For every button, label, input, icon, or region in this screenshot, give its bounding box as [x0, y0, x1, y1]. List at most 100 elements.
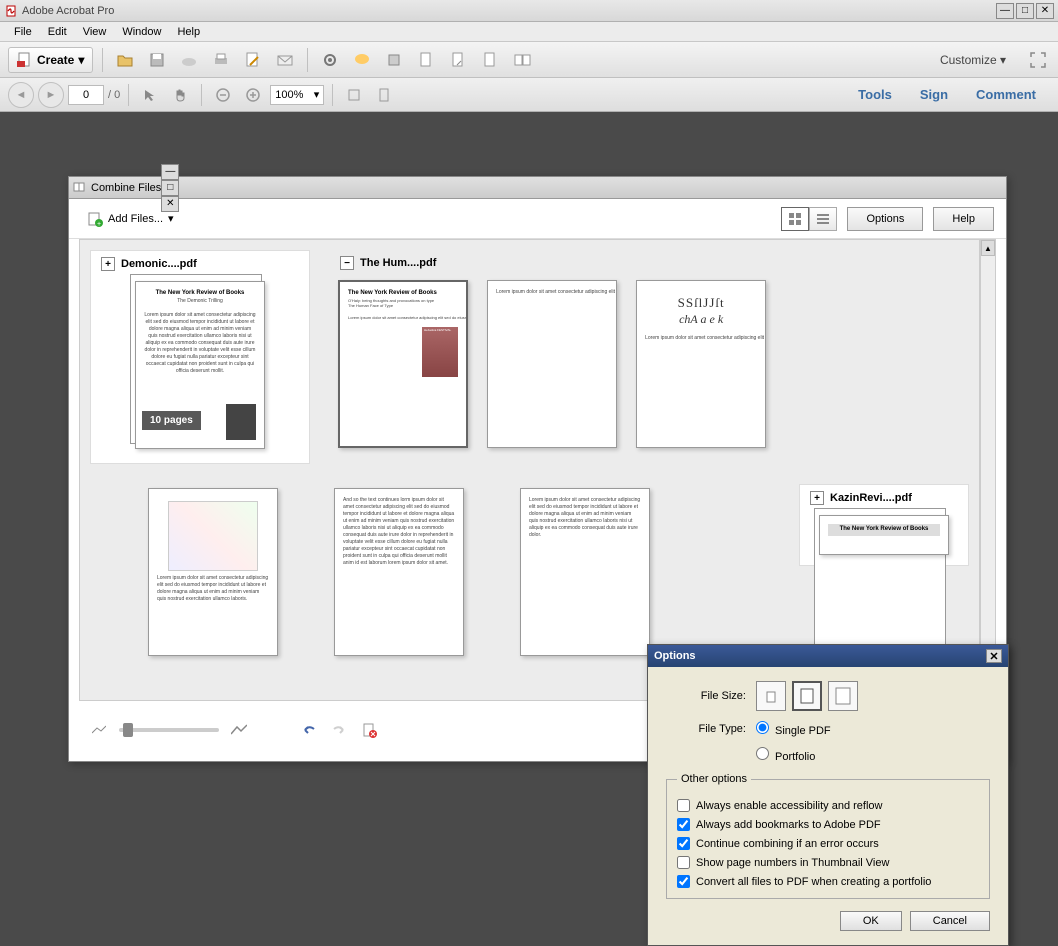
- list-view-button[interactable]: [809, 207, 837, 231]
- page-thumbnail[interactable]: Lorem ipsum dolor sit amet consectetur a…: [148, 488, 278, 656]
- options-button[interactable]: Options: [847, 207, 923, 231]
- menu-edit[interactable]: Edit: [40, 24, 75, 40]
- page-count-badge: 10 pages: [142, 411, 201, 430]
- thumbnail-view-button[interactable]: [781, 207, 809, 231]
- file-group-demonic[interactable]: + Demonic....pdf The New York Review of …: [90, 250, 310, 464]
- cancel-button[interactable]: Cancel: [910, 911, 990, 931]
- add-files-icon: +: [87, 211, 103, 227]
- page-total: / 0: [108, 89, 120, 101]
- save-icon[interactable]: [144, 47, 170, 73]
- continue-error-checkbox[interactable]: Continue combining if an error occurs: [677, 837, 979, 850]
- expand-icon[interactable]: +: [810, 491, 824, 505]
- customize-button[interactable]: Customize ▾: [934, 51, 1012, 69]
- file-type-single-radio[interactable]: Single PDF: [756, 721, 831, 737]
- page-numbers-checkbox[interactable]: Show page numbers in Thumbnail View: [677, 856, 979, 869]
- file-size-small-button[interactable]: [756, 681, 786, 711]
- combine-thumbnails-area: + Demonic....pdf The New York Review of …: [79, 239, 980, 701]
- zoom-out-icon[interactable]: [210, 82, 236, 108]
- redo-icon[interactable]: [329, 720, 349, 740]
- fullscreen-icon[interactable]: [1026, 48, 1050, 72]
- export-icon[interactable]: [445, 47, 471, 73]
- menu-file[interactable]: File: [6, 24, 40, 40]
- fit-page-icon[interactable]: [371, 82, 397, 108]
- file-size-label: File Size:: [666, 690, 756, 702]
- combine-toolbar: + Add Files... ▾ Options Help: [69, 199, 1006, 239]
- convert-portfolio-checkbox[interactable]: Convert all files to PDF when creating a…: [677, 875, 979, 888]
- cloud-icon[interactable]: [176, 47, 202, 73]
- options-titlebar[interactable]: Options ✕: [648, 645, 1008, 667]
- page-thumbnail[interactable]: SSſlJJſt chA a e k Lorem ipsum dolor sit…: [636, 280, 766, 448]
- maximize-button[interactable]: □: [1016, 3, 1034, 19]
- svg-text:+: +: [97, 221, 101, 227]
- scroll-up-icon[interactable]: ▲: [981, 240, 995, 256]
- open-icon[interactable]: [112, 47, 138, 73]
- combine-title: Combine Files: [91, 182, 161, 194]
- edit-icon[interactable]: [240, 47, 266, 73]
- file-size-large-button[interactable]: [828, 681, 858, 711]
- main-toolbar: Create ▾ Customize ▾: [0, 42, 1058, 78]
- combine-titlebar[interactable]: Combine Files — □ ✕: [69, 177, 1006, 199]
- create-button[interactable]: Create ▾: [8, 47, 93, 73]
- hand-tool-icon[interactable]: [167, 82, 193, 108]
- page-thumbnail[interactable]: The New York Review of Books: [819, 515, 949, 555]
- menu-help[interactable]: Help: [169, 24, 208, 40]
- comment-panel-link[interactable]: Comment: [962, 81, 1050, 108]
- page-thumbnail[interactable]: And so the text continues lorm ipsum dol…: [334, 488, 464, 656]
- combine-files-icon: [73, 181, 87, 195]
- options-dialog: Options ✕ File Size: File Type: Single P…: [647, 644, 1009, 946]
- page-tool-icon[interactable]: [413, 47, 439, 73]
- dropdown-arrow-icon: ▾: [168, 212, 174, 225]
- main-titlebar: Adobe Acrobat Pro — □ ✕: [0, 0, 1058, 22]
- extract-icon[interactable]: [477, 47, 503, 73]
- remove-icon[interactable]: [359, 720, 379, 740]
- page-number-input[interactable]: [68, 85, 104, 105]
- select-tool-icon[interactable]: [137, 82, 163, 108]
- file-type-portfolio-radio[interactable]: Portfolio: [756, 747, 815, 763]
- help-button[interactable]: Help: [933, 207, 994, 231]
- minimize-button[interactable]: —: [996, 3, 1014, 19]
- nav-toolbar: ◄ ► / 0 100%▾ Tools Sign Comment: [0, 78, 1058, 112]
- vertical-scrollbar[interactable]: ▲ ▼: [980, 239, 996, 701]
- page-thumbnail[interactable]: The New York Review of Books The Demonic…: [135, 281, 265, 449]
- file-name: Demonic....pdf: [121, 258, 197, 270]
- print-icon[interactable]: [208, 47, 234, 73]
- file-type-label: File Type:: [666, 723, 756, 735]
- zoom-out-thumb-icon[interactable]: [89, 720, 109, 740]
- file-group-human: − The Hum....pdf The New York Review of …: [330, 250, 969, 464]
- zoom-in-icon[interactable]: [240, 82, 266, 108]
- collapse-icon[interactable]: −: [340, 256, 354, 270]
- organize-icon[interactable]: [509, 47, 535, 73]
- menu-view[interactable]: View: [75, 24, 115, 40]
- undo-icon[interactable]: [299, 720, 319, 740]
- stamp-icon[interactable]: [381, 47, 407, 73]
- zoom-in-thumb-icon[interactable]: [229, 720, 249, 740]
- tools-panel-link[interactable]: Tools: [844, 81, 906, 108]
- combine-minimize-button[interactable]: —: [161, 164, 179, 180]
- accessibility-checkbox[interactable]: Always enable accessibility and reflow: [677, 799, 979, 812]
- gear-icon[interactable]: [317, 47, 343, 73]
- menu-window[interactable]: Window: [114, 24, 169, 40]
- options-close-button[interactable]: ✕: [986, 649, 1002, 663]
- fit-width-icon[interactable]: [341, 82, 367, 108]
- file-size-default-button[interactable]: [792, 681, 822, 711]
- file-name: KazinRevi....pdf: [830, 492, 912, 504]
- next-page-icon[interactable]: ►: [38, 82, 64, 108]
- close-button[interactable]: ✕: [1036, 3, 1054, 19]
- page-thumbnail[interactable]: Lorem ipsum dolor sit amet consectetur a…: [487, 280, 617, 448]
- ok-button[interactable]: OK: [840, 911, 902, 931]
- thumbnail-size-slider[interactable]: [119, 728, 219, 732]
- file-group-kazin[interactable]: + KazinRevi....pdf The New York Review o…: [799, 484, 969, 566]
- workspace: Combine Files — □ ✕ + Add Files... ▾ Opt…: [0, 112, 1058, 937]
- expand-icon[interactable]: +: [101, 257, 115, 271]
- add-files-button[interactable]: + Add Files... ▾: [81, 208, 180, 230]
- sign-panel-link[interactable]: Sign: [906, 81, 962, 108]
- prev-page-icon[interactable]: ◄: [8, 82, 34, 108]
- page-thumbnail[interactable]: The New York Review of Books O'Haly: bei…: [338, 280, 468, 448]
- zoom-level[interactable]: 100%▾: [270, 85, 324, 105]
- bookmarks-checkbox[interactable]: Always add bookmarks to Adobe PDF: [677, 818, 979, 831]
- comment-bubble-icon[interactable]: [349, 47, 375, 73]
- mail-icon[interactable]: [272, 47, 298, 73]
- page-thumbnail[interactable]: Lorem ipsum dolor sit amet consectetur a…: [520, 488, 650, 656]
- create-pdf-icon: [17, 52, 33, 68]
- combine-maximize-button[interactable]: □: [161, 180, 179, 196]
